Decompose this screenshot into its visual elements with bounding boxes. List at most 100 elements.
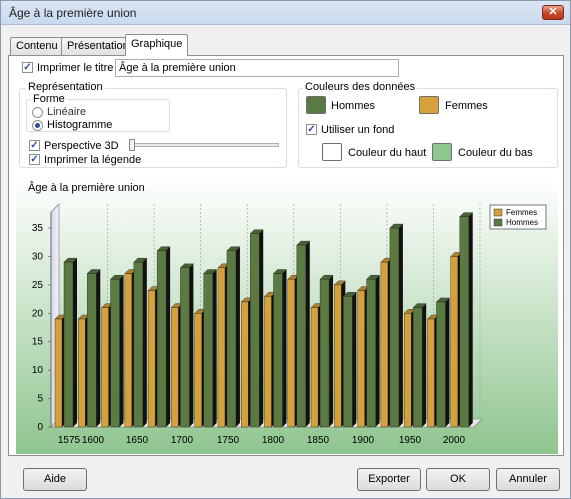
legend-swatch-femmes — [493, 208, 503, 217]
bar-hommes-side — [422, 303, 427, 427]
bar-hommes — [343, 296, 353, 428]
bar-femmes — [124, 273, 133, 428]
hommes-color-label: Hommes — [331, 100, 376, 112]
use-background-checkbox[interactable]: ✓ — [306, 124, 317, 135]
x-tick-label: 1800 — [262, 435, 285, 446]
x-tick-label: 1850 — [307, 435, 330, 446]
bar-hommes-side — [235, 246, 240, 427]
tab-label: Graphique — [131, 38, 183, 50]
bar-hommes-side — [166, 246, 171, 427]
legend-label-hommes: Hommes — [506, 218, 538, 227]
bar-hommes — [436, 301, 446, 428]
tab-contenu[interactable]: Contenu — [10, 37, 64, 55]
bar-hommes-side — [329, 275, 334, 427]
x-tick-label: 1700 — [171, 435, 194, 446]
bar-femmes — [78, 318, 86, 428]
perspective-slider[interactable] — [129, 143, 279, 147]
print-title-checkbox[interactable]: ✓ — [22, 62, 33, 73]
perspective-label: Perspective 3D — [44, 140, 119, 152]
bar-hommes — [273, 273, 283, 428]
tab-label: Présentation — [67, 40, 129, 52]
bar-hommes — [133, 261, 144, 428]
use-background-label: Utiliser un fond — [321, 124, 395, 136]
bar-hommes — [180, 267, 190, 428]
bottom-color-button[interactable] — [432, 143, 452, 161]
bar-hommes — [226, 250, 237, 428]
bar-femmes — [334, 284, 342, 428]
colors-group-label: Couleurs des données — [303, 81, 418, 93]
bar-hommes — [63, 261, 74, 428]
help-button[interactable]: Aide — [23, 468, 87, 491]
tab-presentation[interactable]: Présentation — [61, 37, 135, 55]
perspective-checkbox[interactable]: ✓ — [29, 140, 40, 151]
bar-femmes — [450, 256, 458, 428]
bar-femmes — [403, 313, 412, 428]
tab-label: Contenu — [16, 40, 58, 52]
close-icon: ✕ — [548, 6, 558, 18]
dialog-window: Âge à la première union ✕ Contenu Présen… — [0, 0, 571, 499]
window-title: Âge à la première union — [9, 6, 137, 20]
x-tick-label: 1600 — [82, 435, 105, 446]
bar-hommes — [412, 307, 423, 428]
bar-hommes-side — [96, 269, 101, 427]
export-button[interactable]: Exporter — [357, 468, 421, 491]
femmes-color-button[interactable] — [419, 96, 439, 114]
bar-femmes — [101, 307, 109, 428]
bar-femmes — [380, 261, 389, 428]
y-tick-label: 25 — [32, 280, 44, 291]
bar-femmes — [427, 318, 435, 428]
femmes-color-label: Femmes — [445, 100, 488, 112]
bar-hommes-side — [398, 224, 403, 427]
ok-button[interactable]: OK — [426, 468, 490, 491]
bar-hommes — [110, 279, 120, 428]
bar-hommes-side — [73, 258, 77, 427]
radio-histogramme-label: Histogramme — [47, 119, 113, 131]
bar-hommes — [389, 227, 400, 428]
bar-femmes — [264, 296, 272, 428]
y-tick-label: 5 — [37, 394, 43, 405]
hommes-color-button[interactable] — [306, 96, 326, 114]
bar-hommes-side — [305, 241, 310, 427]
title-input[interactable]: Âge à la première union — [115, 59, 399, 77]
bar-hommes — [156, 250, 167, 428]
bar-hommes — [366, 279, 376, 428]
perspective-slider-thumb[interactable] — [129, 139, 135, 151]
bar-hommes — [296, 244, 306, 428]
y-tick-label: 10 — [32, 365, 44, 376]
cancel-button[interactable]: Annuler — [496, 468, 560, 491]
x-tick-label: 1950 — [399, 435, 422, 446]
bar-hommes-side — [468, 212, 473, 427]
bar-femmes — [357, 290, 365, 428]
y-tick-label: 35 — [32, 223, 44, 234]
bar-femmes — [287, 279, 295, 428]
print-legend-label: Imprimer la légende — [44, 154, 142, 166]
x-tick-label: 1650 — [126, 435, 149, 446]
tab-graphique[interactable]: Graphique — [125, 34, 189, 56]
top-color-button[interactable] — [322, 143, 342, 161]
bar-femmes — [147, 290, 156, 428]
legend-swatch-hommes — [493, 218, 503, 227]
bar-femmes — [194, 313, 202, 428]
bar-hommes-side — [445, 297, 450, 427]
print-title-label: Imprimer le titre — [37, 62, 114, 74]
print-legend-checkbox[interactable]: ✓ — [29, 154, 40, 165]
title-bar[interactable]: Âge à la première union ✕ — [1, 1, 570, 25]
radio-lineaire[interactable] — [32, 107, 43, 118]
bar-hommes-side — [375, 275, 380, 427]
bar-hommes-side — [282, 269, 287, 427]
chart-title: Âge à la première union — [28, 181, 145, 194]
bar-hommes-side — [119, 275, 124, 427]
radio-lineaire-label: Linéaire — [47, 106, 87, 118]
representation-group-label: Représentation — [26, 81, 105, 93]
forme-group-label: Forme — [31, 93, 67, 105]
bar-hommes — [459, 216, 469, 428]
bar-hommes-side — [212, 269, 217, 427]
bar-femmes — [241, 301, 249, 428]
radio-histogramme[interactable] — [32, 120, 43, 131]
bar-femmes — [54, 318, 63, 428]
bar-hommes — [250, 233, 260, 428]
bar-hommes-side — [142, 258, 147, 427]
close-button[interactable]: ✕ — [542, 5, 564, 20]
bar-chart: Âge à la première union 0 5 10 15 20 25 30 35 15… — [16, 179, 558, 454]
x-tick-label: 1900 — [352, 435, 375, 446]
